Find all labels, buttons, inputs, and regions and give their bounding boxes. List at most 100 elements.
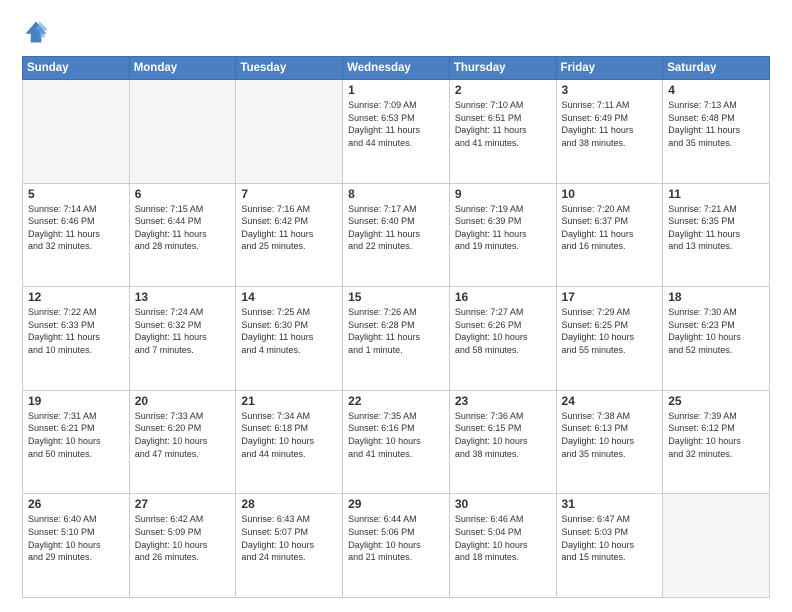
day-info: Sunrise: 7:21 AM Sunset: 6:35 PM Dayligh… — [668, 203, 764, 253]
day-number: 21 — [241, 394, 337, 408]
calendar-cell — [663, 494, 770, 598]
day-number: 30 — [455, 497, 551, 511]
calendar-cell: 22 Sunrise: 7:35 AM Sunset: 6:16 PM Dayli… — [343, 390, 450, 494]
weekday-header-monday: Monday — [129, 57, 236, 80]
day-info: Sunrise: 6:47 AM Sunset: 5:03 PM Dayligh… — [562, 513, 658, 563]
week-row-4: 19 Sunrise: 7:31 AM Sunset: 6:21 PM Dayli… — [23, 390, 770, 494]
calendar-cell — [23, 80, 130, 184]
day-info: Sunrise: 7:33 AM Sunset: 6:20 PM Dayligh… — [135, 410, 231, 460]
day-info: Sunrise: 7:17 AM Sunset: 6:40 PM Dayligh… — [348, 203, 444, 253]
calendar-cell: 16Sunrise: 7:27 AM Sunset: 6:26 PM Dayli… — [449, 287, 556, 391]
day-info: Sunrise: 6:43 AM Sunset: 5:07 PM Dayligh… — [241, 513, 337, 563]
day-number: 9 — [455, 187, 551, 201]
day-info: Sunrise: 7:14 AM Sunset: 6:46 PM Dayligh… — [28, 203, 124, 253]
calendar-cell — [129, 80, 236, 184]
day-number: 24 — [562, 394, 658, 408]
calendar-cell: 5 Sunrise: 7:14 AM Sunset: 6:46 PM Daylig… — [23, 183, 130, 287]
day-number: 7 — [241, 187, 337, 201]
calendar-cell: 26 Sunrise: 6:40 AM Sunset: 5:10 PM Dayli… — [23, 494, 130, 598]
calendar-cell: 25Sunrise: 7:39 AM Sunset: 6:12 PM Dayli… — [663, 390, 770, 494]
day-info: Sunrise: 6:42 AM Sunset: 5:09 PM Dayligh… — [135, 513, 231, 563]
day-number: 17 — [562, 290, 658, 304]
calendar-cell: 18 Sunrise: 7:30 AM Sunset: 6:23 PM Dayli… — [663, 287, 770, 391]
day-info: Sunrise: 7:25 AM Sunset: 6:30 PM Dayligh… — [241, 306, 337, 356]
day-info: Sunrise: 7:20 AM Sunset: 6:37 PM Dayligh… — [562, 203, 658, 253]
day-info: Sunrise: 7:19 AM Sunset: 6:39 PM Dayligh… — [455, 203, 551, 253]
day-number: 4 — [668, 83, 764, 97]
calendar-cell: 24 Sunrise: 7:38 AM Sunset: 6:13 PM Dayli… — [556, 390, 663, 494]
weekday-header-tuesday: Tuesday — [236, 57, 343, 80]
day-number: 20 — [135, 394, 231, 408]
page: SundayMondayTuesdayWednesdayThursdayFrid… — [0, 0, 792, 612]
weekday-header-thursday: Thursday — [449, 57, 556, 80]
day-number: 26 — [28, 497, 124, 511]
weekday-header-wednesday: Wednesday — [343, 57, 450, 80]
day-info: Sunrise: 7:34 AM Sunset: 6:18 PM Dayligh… — [241, 410, 337, 460]
calendar-cell: 20 Sunrise: 7:33 AM Sunset: 6:20 PM Dayli… — [129, 390, 236, 494]
calendar-cell: 8 Sunrise: 7:17 AM Sunset: 6:40 PM Daylig… — [343, 183, 450, 287]
day-number: 3 — [562, 83, 658, 97]
calendar-cell: 23 Sunrise: 7:36 AM Sunset: 6:15 PM Dayli… — [449, 390, 556, 494]
weekday-header-sunday: Sunday — [23, 57, 130, 80]
calendar-cell: 27Sunrise: 6:42 AM Sunset: 5:09 PM Dayli… — [129, 494, 236, 598]
day-info: Sunrise: 7:09 AM Sunset: 6:53 PM Dayligh… — [348, 99, 444, 149]
calendar-cell: 4Sunrise: 7:13 AM Sunset: 6:48 PM Daylig… — [663, 80, 770, 184]
day-info: Sunrise: 7:38 AM Sunset: 6:13 PM Dayligh… — [562, 410, 658, 460]
day-info: Sunrise: 7:31 AM Sunset: 6:21 PM Dayligh… — [28, 410, 124, 460]
day-number: 15 — [348, 290, 444, 304]
day-info: Sunrise: 7:22 AM Sunset: 6:33 PM Dayligh… — [28, 306, 124, 356]
day-info: Sunrise: 7:26 AM Sunset: 6:28 PM Dayligh… — [348, 306, 444, 356]
day-info: Sunrise: 7:10 AM Sunset: 6:51 PM Dayligh… — [455, 99, 551, 149]
day-number: 14 — [241, 290, 337, 304]
calendar-cell: 19 Sunrise: 7:31 AM Sunset: 6:21 PM Dayli… — [23, 390, 130, 494]
day-info: Sunrise: 7:24 AM Sunset: 6:32 PM Dayligh… — [135, 306, 231, 356]
calendar-cell: 21 Sunrise: 7:34 AM Sunset: 6:18 PM Dayli… — [236, 390, 343, 494]
weekday-header-friday: Friday — [556, 57, 663, 80]
calendar-cell: 2 Sunrise: 7:10 AM Sunset: 6:51 PM Daylig… — [449, 80, 556, 184]
calendar-cell: 29Sunrise: 6:44 AM Sunset: 5:06 PM Dayli… — [343, 494, 450, 598]
day-number: 29 — [348, 497, 444, 511]
calendar-cell: 17 Sunrise: 7:29 AM Sunset: 6:25 PM Dayli… — [556, 287, 663, 391]
calendar-cell: 1 Sunrise: 7:09 AM Sunset: 6:53 PM Daylig… — [343, 80, 450, 184]
day-number: 22 — [348, 394, 444, 408]
day-info: Sunrise: 7:16 AM Sunset: 6:42 PM Dayligh… — [241, 203, 337, 253]
day-number: 23 — [455, 394, 551, 408]
day-info: Sunrise: 6:46 AM Sunset: 5:04 PM Dayligh… — [455, 513, 551, 563]
day-info: Sunrise: 7:36 AM Sunset: 6:15 PM Dayligh… — [455, 410, 551, 460]
day-number: 19 — [28, 394, 124, 408]
day-number: 2 — [455, 83, 551, 97]
day-number: 13 — [135, 290, 231, 304]
week-row-2: 5 Sunrise: 7:14 AM Sunset: 6:46 PM Daylig… — [23, 183, 770, 287]
day-number: 6 — [135, 187, 231, 201]
day-info: Sunrise: 7:30 AM Sunset: 6:23 PM Dayligh… — [668, 306, 764, 356]
day-number: 1 — [348, 83, 444, 97]
calendar-cell: 10 Sunrise: 7:20 AM Sunset: 6:37 PM Dayli… — [556, 183, 663, 287]
header — [22, 18, 770, 46]
calendar-cell: 7 Sunrise: 7:16 AM Sunset: 6:42 PM Daylig… — [236, 183, 343, 287]
logo — [22, 18, 54, 46]
calendar-cell: 3 Sunrise: 7:11 AM Sunset: 6:49 PM Daylig… — [556, 80, 663, 184]
day-info: Sunrise: 7:35 AM Sunset: 6:16 PM Dayligh… — [348, 410, 444, 460]
calendar-cell: 6Sunrise: 7:15 AM Sunset: 6:44 PM Daylig… — [129, 183, 236, 287]
day-info: Sunrise: 6:40 AM Sunset: 5:10 PM Dayligh… — [28, 513, 124, 563]
day-number: 16 — [455, 290, 551, 304]
day-number: 10 — [562, 187, 658, 201]
day-number: 18 — [668, 290, 764, 304]
week-row-5: 26 Sunrise: 6:40 AM Sunset: 5:10 PM Dayli… — [23, 494, 770, 598]
logo-icon — [22, 18, 50, 46]
week-row-3: 12Sunrise: 7:22 AM Sunset: 6:33 PM Dayli… — [23, 287, 770, 391]
calendar-cell: 30 Sunrise: 6:46 AM Sunset: 5:04 PM Dayli… — [449, 494, 556, 598]
day-info: Sunrise: 7:29 AM Sunset: 6:25 PM Dayligh… — [562, 306, 658, 356]
calendar-cell — [236, 80, 343, 184]
calendar-cell: 12Sunrise: 7:22 AM Sunset: 6:33 PM Dayli… — [23, 287, 130, 391]
day-info: Sunrise: 7:11 AM Sunset: 6:49 PM Dayligh… — [562, 99, 658, 149]
calendar-cell: 11 Sunrise: 7:21 AM Sunset: 6:35 PM Dayli… — [663, 183, 770, 287]
day-number: 28 — [241, 497, 337, 511]
day-number: 25 — [668, 394, 764, 408]
week-row-1: 1 Sunrise: 7:09 AM Sunset: 6:53 PM Daylig… — [23, 80, 770, 184]
day-number: 5 — [28, 187, 124, 201]
calendar-cell: 13 Sunrise: 7:24 AM Sunset: 6:32 PM Dayli… — [129, 287, 236, 391]
calendar-cell: 28 Sunrise: 6:43 AM Sunset: 5:07 PM Dayli… — [236, 494, 343, 598]
day-number: 8 — [348, 187, 444, 201]
day-number: 11 — [668, 187, 764, 201]
